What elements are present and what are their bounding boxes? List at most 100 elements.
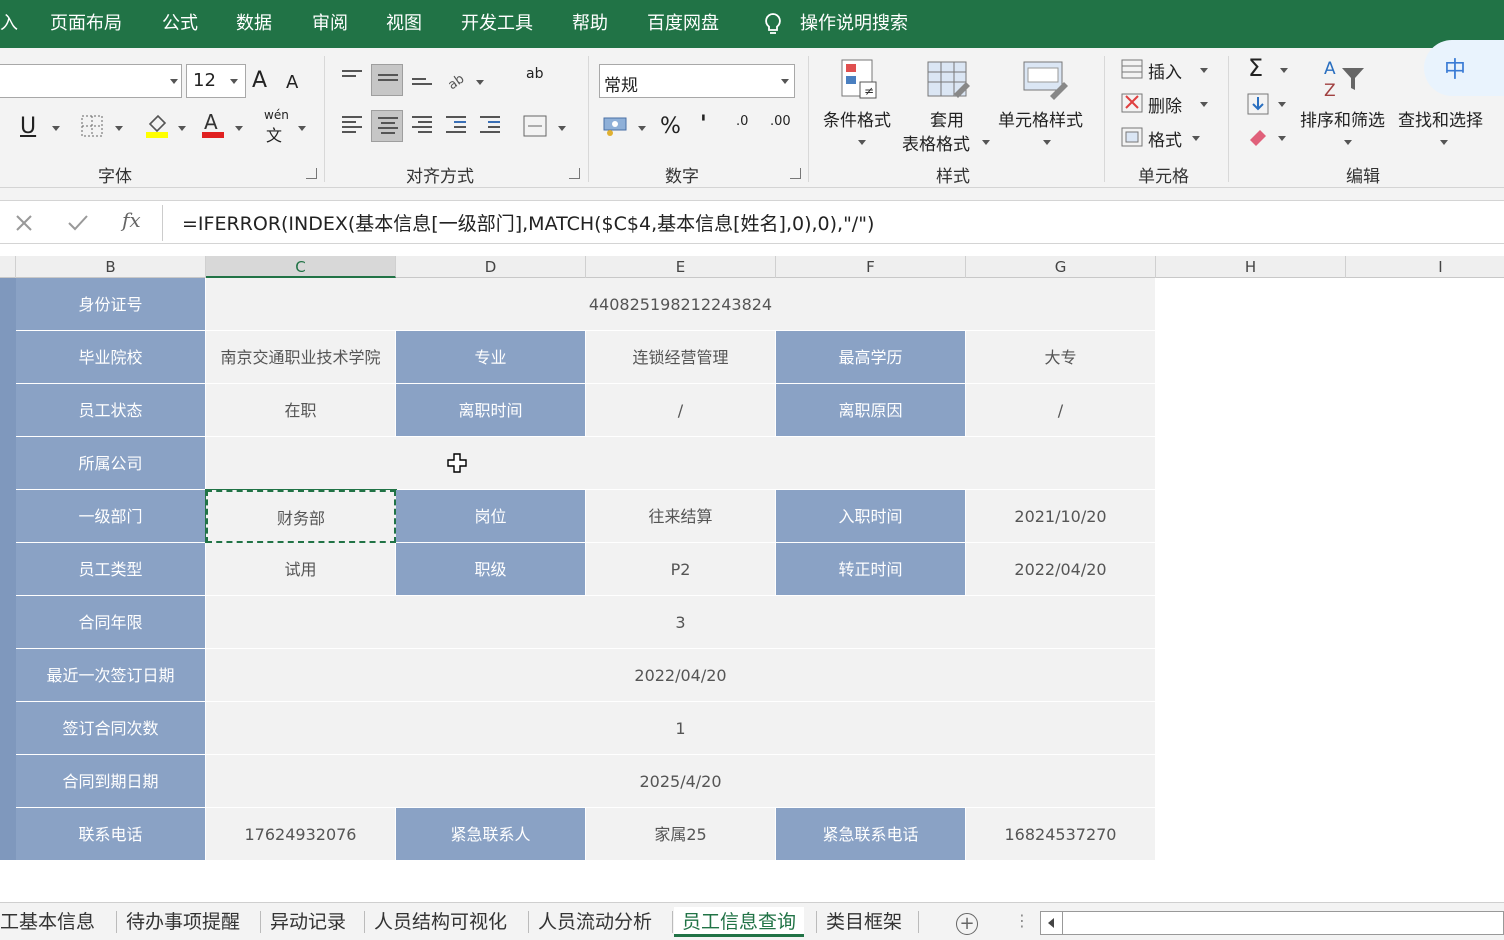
phonetic-guide-bottom[interactable]: 文	[266, 122, 282, 146]
menu-formulas[interactable]: 公式	[162, 0, 198, 48]
shrink-font-button[interactable]: A	[286, 72, 298, 93]
percent-style-button[interactable]: %	[660, 114, 681, 139]
merged-value-cell[interactable]: 2022/04/20	[206, 649, 1156, 702]
merge-center-icon[interactable]	[522, 114, 548, 138]
sheet-tab-structure-viz[interactable]: 人员结构可视化	[374, 907, 507, 937]
increase-indent-button[interactable]	[474, 110, 506, 142]
value-cell[interactable]: 2021/10/20	[966, 490, 1156, 543]
fill-color-icon[interactable]	[144, 110, 170, 140]
chevron-down-icon[interactable]	[1192, 136, 1200, 141]
row-label-cell[interactable]: 合同年限	[16, 596, 206, 649]
orientation-icon[interactable]: ab	[446, 70, 472, 92]
chevron-down-icon[interactable]	[170, 79, 178, 84]
column-header-b[interactable]: B	[16, 256, 206, 278]
cancel-icon[interactable]	[14, 213, 34, 233]
alignment-dialog-launcher[interactable]	[569, 168, 580, 179]
cell-styles-icon[interactable]	[1020, 58, 1070, 102]
value-cell[interactable]: 在职	[206, 384, 396, 437]
value-cell[interactable]: 17624932076	[206, 808, 396, 861]
chevron-down-icon[interactable]	[178, 126, 186, 131]
chevron-down-icon[interactable]	[1278, 102, 1286, 107]
delete-cells-icon[interactable]	[1120, 92, 1144, 114]
menu-developer[interactable]: 开发工具	[461, 0, 533, 48]
format-as-table-button[interactable]: 表格格式	[902, 130, 970, 155]
column-header-d[interactable]: D	[396, 256, 586, 278]
align-top-button[interactable]	[336, 64, 368, 96]
value-cell[interactable]: 试用	[206, 543, 396, 596]
sheet-tab-flow-analysis[interactable]: 人员流动分析	[538, 907, 652, 937]
empty-grid-area[interactable]	[1156, 278, 1504, 860]
insert-cells-icon[interactable]	[1120, 58, 1144, 80]
chevron-down-icon[interactable]	[781, 79, 789, 84]
phonetic-guide-top[interactable]: wén	[264, 108, 289, 122]
chevron-down-icon[interactable]	[230, 79, 238, 84]
enter-check-icon[interactable]	[66, 213, 90, 233]
chevron-down-icon[interactable]	[115, 126, 123, 131]
row-header-strip[interactable]	[0, 278, 16, 860]
chevron-down-icon[interactable]	[1200, 102, 1208, 107]
merged-value-cell[interactable]: 2025/4/20	[206, 755, 1156, 808]
sort-filter-button[interactable]: 排序和筛选	[1300, 106, 1385, 131]
field-label-cell[interactable]: 最高学历	[776, 331, 966, 384]
selected-cell[interactable]: 财务部	[205, 489, 397, 544]
clear-eraser-icon[interactable]	[1246, 126, 1270, 148]
find-select-button[interactable]: 查找和选择	[1398, 106, 1483, 131]
increase-decimal-button[interactable]: .0	[736, 114, 748, 129]
accounting-format-icon[interactable]	[602, 114, 630, 138]
field-label-cell[interactable]: 转正时间	[776, 543, 966, 596]
sheet-tab-employee-query[interactable]: 员工信息查询	[674, 907, 805, 937]
menu-review[interactable]: 审阅	[312, 0, 348, 48]
row-label-cell[interactable]: 所属公司	[16, 437, 206, 490]
value-cell[interactable]: 大专	[966, 331, 1156, 384]
field-label-cell[interactable]: 专业	[396, 331, 586, 384]
chevron-down-icon[interactable]	[1043, 140, 1051, 145]
menu-insert[interactable]: 入	[0, 0, 18, 48]
insert-button[interactable]: 插入	[1148, 58, 1182, 83]
field-label-cell[interactable]: 离职原因	[776, 384, 966, 437]
number-dialog-launcher[interactable]	[790, 168, 801, 179]
value-cell[interactable]: 16824537270	[966, 808, 1156, 861]
field-label-cell[interactable]: 紧急联系人	[396, 808, 586, 861]
field-label-cell[interactable]: 岗位	[396, 490, 586, 543]
chevron-down-icon[interactable]	[1280, 68, 1288, 73]
autosum-button[interactable]: Σ	[1248, 54, 1263, 82]
chevron-down-icon[interactable]	[638, 126, 646, 131]
comma-style-button[interactable]: '	[700, 112, 707, 137]
merged-value-cell[interactable]: 440825198212243824	[206, 278, 1156, 331]
scroll-left-button[interactable]	[1041, 912, 1063, 934]
column-header-e[interactable]: E	[586, 256, 776, 278]
underline-button[interactable]: U	[20, 114, 36, 139]
field-label-cell[interactable]: 离职时间	[396, 384, 586, 437]
chevron-down-icon[interactable]	[1278, 136, 1286, 141]
tell-me-search[interactable]: 操作说明搜索	[800, 0, 908, 48]
field-label-cell[interactable]: 职级	[396, 543, 586, 596]
value-cell[interactable]: 家属25	[586, 808, 776, 861]
menu-view[interactable]: 视图	[386, 0, 422, 48]
sheet-tab-basic-info[interactable]: 工基本信息	[0, 907, 95, 937]
chevron-down-icon[interactable]	[476, 80, 484, 85]
chevron-down-icon[interactable]	[1200, 68, 1208, 73]
fill-down-icon[interactable]	[1246, 92, 1270, 116]
cell-styles-button[interactable]: 单元格样式	[998, 106, 1083, 131]
column-header-f[interactable]: F	[776, 256, 966, 278]
ime-indicator[interactable]: 中	[1424, 40, 1504, 96]
format-as-table-line1[interactable]: 套用	[930, 106, 964, 131]
chevron-down-icon[interactable]	[298, 126, 306, 131]
chevron-down-icon[interactable]	[858, 140, 866, 145]
format-button[interactable]: 格式	[1148, 126, 1182, 151]
row-label-cell[interactable]: 最近一次签订日期	[16, 649, 206, 702]
sheet-tab-category[interactable]: 类目框架	[826, 907, 902, 937]
column-header-corner[interactable]	[0, 256, 16, 278]
column-header-i[interactable]: I	[1346, 256, 1504, 278]
conditional-formatting-button[interactable]: 条件格式	[823, 106, 891, 131]
font-dialog-launcher[interactable]	[306, 168, 317, 179]
sheet-tab-changes[interactable]: 异动记录	[270, 907, 346, 937]
row-label-cell[interactable]: 员工状态	[16, 384, 206, 437]
align-middle-button[interactable]	[371, 64, 403, 96]
row-label-cell[interactable]: 签订合同次数	[16, 702, 206, 755]
formula-input[interactable]: =IFERROR(INDEX(基本信息[一级部门],MATCH($C$4,基本信…	[182, 209, 874, 236]
column-header-c[interactable]: C	[206, 256, 396, 278]
value-cell[interactable]: 2022/04/20	[966, 543, 1156, 596]
align-bottom-button[interactable]	[406, 64, 438, 96]
format-cells-icon[interactable]	[1120, 126, 1144, 148]
